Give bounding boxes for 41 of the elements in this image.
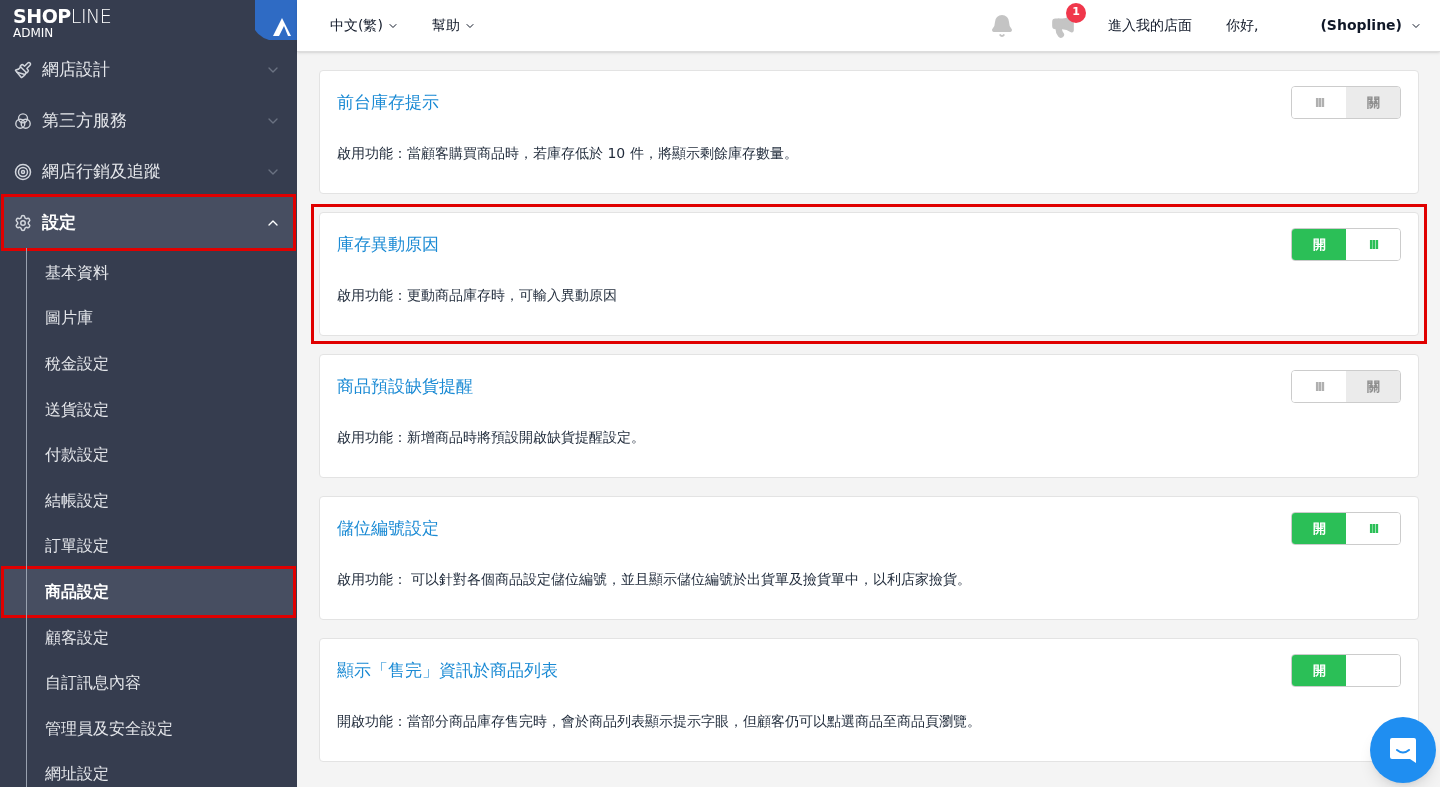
setting-description: 啟用功能：當顧客購買商品時，若庫存低於 10 件，將顯示剩餘庫存數量。 — [337, 144, 799, 163]
store-link[interactable]: 進入我的店面 — [1108, 15, 1192, 36]
sidebar-subitem[interactable]: 付款設定 — [4, 432, 293, 478]
settings-icon — [14, 213, 32, 232]
notification-badge: 1 — [1066, 2, 1086, 23]
sidebar-subitem[interactable]: 稅金設定 — [4, 341, 293, 387]
sidebar-item[interactable]: 第三方服務 — [4, 95, 293, 146]
setting-description: 開啟功能：當部分商品庫存售完時，會於商品列表顯示提示字眼，但顧客仍可以點選商品至商品頁瀏覽。 — [337, 712, 982, 731]
sidebar-subitem[interactable]: 商品設定 — [4, 569, 293, 615]
sidebar-subitem[interactable]: 結帳設定 — [4, 477, 293, 524]
sidebar-subitem[interactable]: 顧客設定 — [4, 614, 293, 661]
paint-roller-icon — [14, 60, 32, 79]
setting-title: 庫存異動原因 — [337, 232, 439, 256]
setting-title: 前台庫存提示 — [337, 90, 439, 114]
setting-title: 顯示「售完」資訊於商品列表 — [337, 658, 558, 682]
account-dropdown[interactable]: (Shopline) — [1320, 15, 1422, 36]
sidebar-item[interactable]: 網店設計 — [4, 44, 293, 95]
sidebar-subitem[interactable]: 自訂訊息內容 — [4, 660, 293, 706]
sidebar-subitem[interactable]: 管理員及安全設定 — [4, 705, 293, 752]
chat-button[interactable] — [1370, 717, 1436, 783]
setting-title: 儲位編號設定 — [337, 516, 439, 540]
setting-description: 啟用功能： 可以針對各個商品設定儲位編號，並且顯示儲位編號於出貨單及撿貨單中，以利店家撿貨。 — [337, 570, 973, 589]
sidebar-subitem[interactable]: 送貨設定 — [4, 386, 293, 433]
sidebar-item[interactable]: 設定 — [4, 197, 293, 248]
brand-logo: SHOPLINE — [13, 7, 112, 26]
bell-icon[interactable] — [990, 13, 1014, 38]
chat-icon — [1388, 735, 1418, 765]
greeting-text: 你好, — [1226, 16, 1259, 35]
brand-subtitle: ADMIN — [13, 27, 55, 39]
sidebar-subitem[interactable]: 訂單設定 — [4, 523, 293, 570]
setting-description: 啟用功能：更動商品庫存時，可輸入異動原因 — [337, 286, 618, 305]
help-dropdown[interactable]: 幫助 — [431, 15, 476, 36]
language-dropdown[interactable]: 中文(繁) — [330, 15, 399, 36]
overlapping-circles-icon — [14, 111, 32, 130]
setting-title: 商品預設缺貨提醒 — [337, 374, 473, 398]
sidebar-subitem[interactable]: 基本資料 — [4, 250, 293, 296]
sidebar-subitem[interactable]: 圖片庫 — [4, 295, 293, 342]
sidebar-item[interactable]: 網店行銷及追蹤 — [4, 146, 293, 197]
setting-description: 啟用功能：新增商品時將預設開啟缺貨提醒設定。 — [337, 428, 646, 447]
sidebar-subitem[interactable]: 網址設定 — [4, 751, 293, 787]
target-icon — [14, 162, 32, 181]
